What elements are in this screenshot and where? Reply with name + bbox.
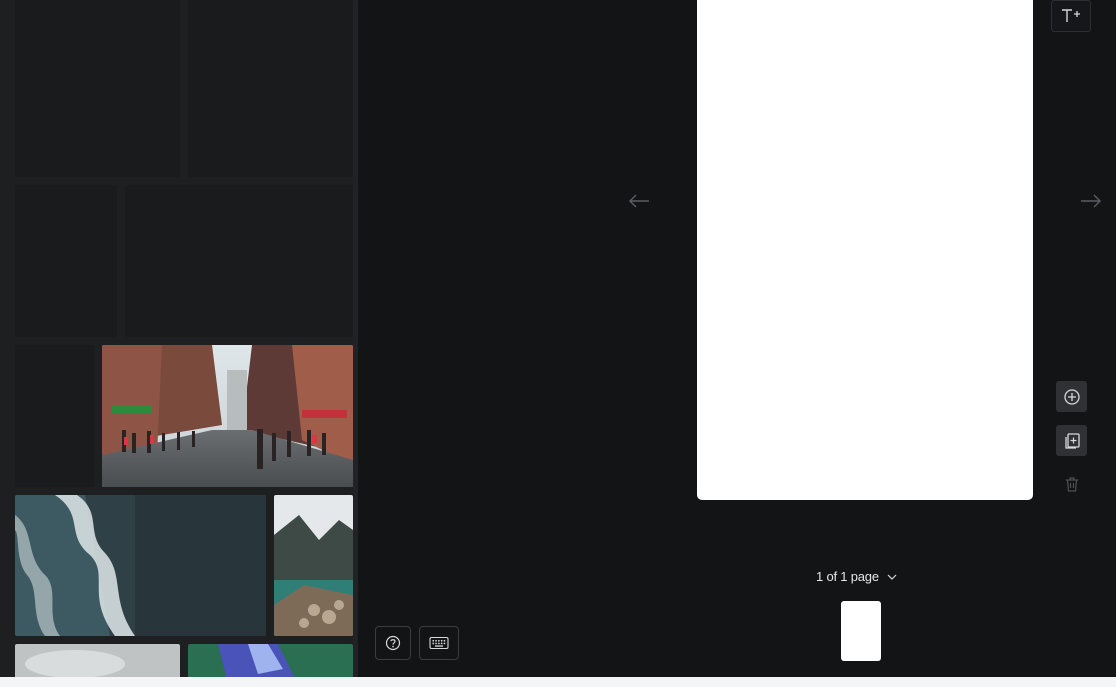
help-circle-icon <box>385 635 401 651</box>
page-indicator-dropdown[interactable]: 1 of 1 page <box>816 569 897 584</box>
lake-photo-image <box>274 495 353 636</box>
media-thumbnail-lake-photo[interactable] <box>274 495 353 636</box>
media-thumbnail-street-photo[interactable] <box>102 345 353 487</box>
media-thumbnail-ocean-photo[interactable] <box>15 495 266 636</box>
media-grid <box>0 0 358 677</box>
circle-plus-icon <box>1063 388 1080 405</box>
duplicate-page-icon <box>1064 432 1080 449</box>
next-page-button[interactable] <box>1078 188 1104 214</box>
media-thumbnail[interactable] <box>125 185 353 337</box>
media-thumbnail-abstract-photo[interactable] <box>188 644 353 677</box>
street-photo-image <box>102 345 353 487</box>
ocean-photo-image <box>15 495 266 636</box>
keyboard-shortcuts-button[interactable] <box>419 626 459 660</box>
add-page-button[interactable] <box>1056 381 1087 412</box>
cloud-photo-image <box>15 644 180 677</box>
bottom-edge <box>0 677 1116 687</box>
media-thumbnail[interactable] <box>15 345 94 487</box>
previous-page-button[interactable] <box>626 188 652 214</box>
media-thumbnail[interactable] <box>15 185 117 337</box>
page-indicator-label: 1 of 1 page <box>816 569 879 584</box>
media-thumbnail-cloud-photo[interactable] <box>15 644 180 677</box>
media-thumbnail[interactable] <box>15 0 180 177</box>
text-plus-icon <box>1062 9 1080 22</box>
arrow-right-icon <box>1081 194 1101 208</box>
help-button[interactable] <box>375 626 411 660</box>
abstract-photo-image <box>188 644 353 677</box>
duplicate-page-button[interactable] <box>1056 425 1087 456</box>
add-text-button[interactable] <box>1051 0 1091 32</box>
keyboard-icon <box>429 636 449 650</box>
delete-page-button[interactable] <box>1056 469 1087 500</box>
trash-icon <box>1065 477 1078 492</box>
arrow-left-icon <box>629 194 649 208</box>
media-panel <box>0 0 358 677</box>
media-thumbnail[interactable] <box>188 0 353 177</box>
page-thumbnail[interactable] <box>841 601 881 661</box>
design-page[interactable] <box>697 0 1033 500</box>
chevron-down-icon <box>887 574 897 580</box>
